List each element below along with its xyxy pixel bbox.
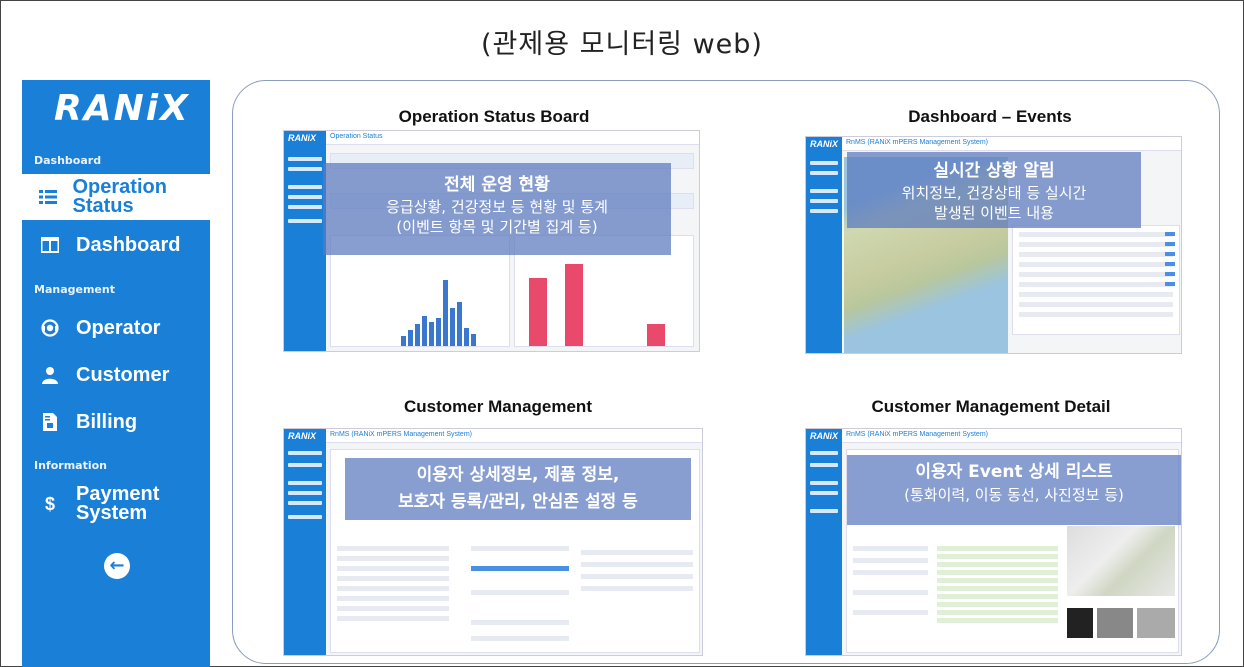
mini-logo: RANiX <box>288 431 317 441</box>
mini-logo: RANiX <box>288 133 317 143</box>
arrow-left-circle-icon[interactable]: ← <box>104 553 130 579</box>
overlay-title: 전체 운영 현황 <box>444 175 550 195</box>
mini-logo: RANiX <box>810 431 839 441</box>
route-map <box>1067 526 1175 596</box>
overlay-line: 보호자 등록/관리, 안심존 설정 등 <box>398 492 638 512</box>
sidebar: RANiX Dashboard Operation Status Dashboa… <box>22 80 210 667</box>
panel-title-dashboard-events: Dashboard – Events <box>908 107 1072 126</box>
mini-sidebar: RANiX <box>284 429 326 655</box>
overlay-line: 응급상황, 건강정보 등 현황 및 통계 <box>386 198 608 216</box>
overlay-customer-detail: 이용자 Event 상세 리스트 (통화이력, 이동 동선, 사진정보 등) <box>847 455 1181 525</box>
overlay-title: 이용자 Event 상세 리스트 <box>915 462 1113 482</box>
mini-sidebar: RANiX <box>806 429 842 655</box>
dollar-icon: $ <box>44 493 55 514</box>
sidebar-item-billing[interactable]: Billing <box>22 405 210 439</box>
user-icon <box>38 366 62 384</box>
headset-icon <box>38 319 62 337</box>
sidebar-item-label: Dashboard <box>76 233 181 256</box>
overlay-operation-status: 전체 운영 현황 응급상황, 건강정보 등 현황 및 통계 (이벤트 항목 및 … <box>323 163 671 255</box>
overlay-dashboard-events: 실시간 상황 알림 위치정보, 건강상태 등 실시간 발생된 이벤트 내용 <box>847 152 1141 228</box>
mini-logo: RANiX <box>810 139 839 149</box>
mini-header: Operation Status <box>330 133 383 140</box>
sidebar-item-label: Billing <box>76 410 138 433</box>
section-label-information: Information <box>34 459 107 472</box>
mini-header: RnMS (RANiX mPERS Management System) <box>846 431 988 438</box>
mini-sidebar: RANiX <box>284 131 326 351</box>
mini-sidebar: RANiX <box>806 137 842 353</box>
panel-title-customer-management-detail: Customer Management Detail <box>871 397 1111 416</box>
sidebar-item-operator[interactable]: Operator <box>22 311 210 345</box>
overlay-line: (이벤트 항목 및 기간별 집계 등) <box>396 218 598 236</box>
sidebar-item-customer[interactable]: Customer <box>22 358 210 392</box>
sidebar-item-label: Operator <box>76 316 161 339</box>
overlay-customer-management: 이용자 상세정보, 제품 정보, 보호자 등록/관리, 안심존 설정 등 <box>345 458 691 520</box>
section-label-dashboard: Dashboard <box>34 154 102 167</box>
invoice-icon <box>38 413 62 431</box>
overlay-title: 이용자 상세정보, 제품 정보, <box>416 465 620 485</box>
sidebar-item-label: Operation Status <box>72 176 167 217</box>
sidebar-item-label: Customer <box>76 363 170 386</box>
event-table <box>1012 225 1180 335</box>
overlay-line: 발생된 이벤트 내용 <box>934 204 1054 222</box>
mini-header: RnMS (RANiX mPERS Management System) <box>330 431 472 438</box>
sidebar-item-label: Payment System <box>76 483 160 524</box>
mini-header: RnMS (RANiX mPERS Management System) <box>846 139 988 146</box>
ranix-logo: RANiX <box>54 88 190 129</box>
page-title: (관제용 모니터링 web) <box>481 29 763 60</box>
sidebar-item-operation-status[interactable]: Operation Status <box>22 174 210 220</box>
overlay-title: 실시간 상황 알림 <box>933 161 1055 181</box>
overlay-line: (통화이력, 이동 동선, 사진정보 등) <box>904 486 1124 504</box>
overlay-line: 위치정보, 건강상태 등 실시간 <box>901 184 1087 202</box>
sidebar-item-dashboard[interactable]: Dashboard <box>22 228 210 262</box>
panel-title-customer-management: Customer Management <box>404 397 592 416</box>
section-label-management: Management <box>34 283 115 296</box>
columns-icon <box>38 237 62 253</box>
panel-title-operation-status-board: Operation Status Board <box>398 107 590 126</box>
sidebar-item-payment-system[interactable]: $ Payment System <box>22 480 210 528</box>
table-list-icon <box>38 189 58 205</box>
